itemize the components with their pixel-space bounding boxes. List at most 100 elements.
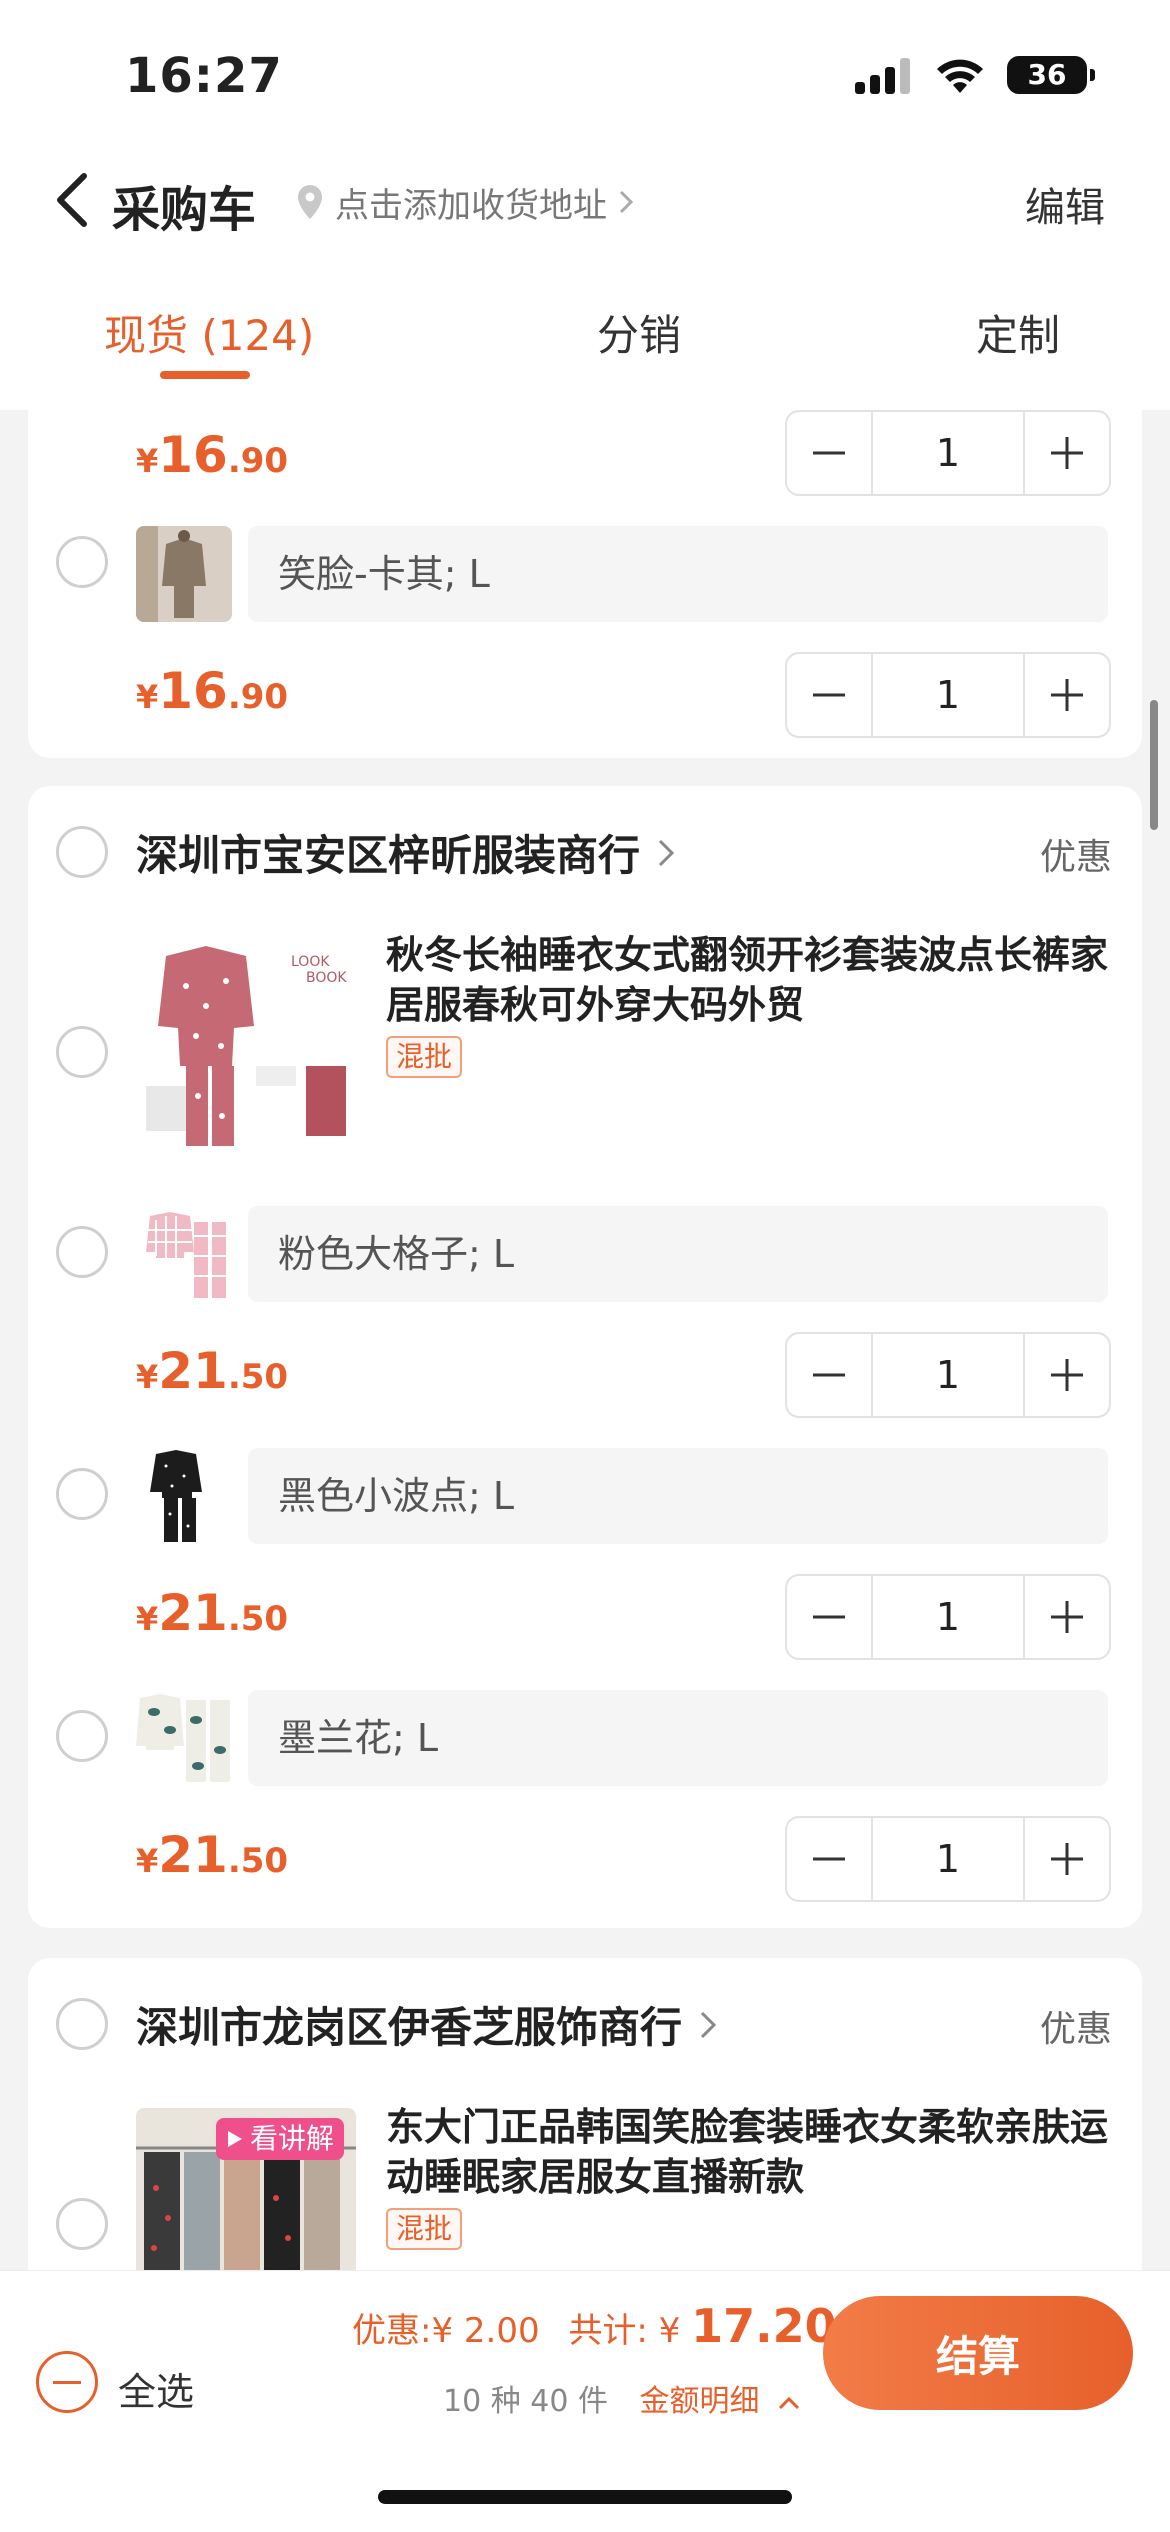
quantity-stepper: 1 — [785, 410, 1111, 496]
minus-icon — [813, 451, 845, 455]
increase-button[interactable] — [1025, 1818, 1109, 1900]
tab-custom[interactable]: 定制 — [976, 302, 1060, 363]
black-polka-pajama-image — [136, 1448, 232, 1544]
quantity-value[interactable]: 1 — [871, 654, 1025, 736]
quantity-stepper: 1 — [785, 1574, 1111, 1660]
address-prompt: 点击添加收货地址 — [335, 185, 607, 226]
wifi-icon — [937, 59, 983, 93]
quantity-value[interactable]: 1 — [871, 1818, 1025, 1900]
product-title[interactable]: 秋冬长袖睡衣女式翻领开衫套装波点长裤家居服春秋可外穿大码外贸 — [386, 930, 1116, 1030]
increase-button[interactable] — [1025, 1576, 1109, 1658]
tab-distribution[interactable]: 分销 — [597, 302, 681, 363]
count-summary: 10 种 40 件 金额明细 — [443, 2376, 801, 2420]
item-checkbox[interactable] — [56, 536, 108, 588]
plus-icon — [1051, 679, 1083, 711]
select-all-checkbox[interactable] — [36, 2351, 98, 2413]
page-title: 采购车 — [112, 182, 257, 238]
shop-card: ¥16.90 1 笑脸-卡其; L ¥16.90 1 — [28, 410, 1142, 758]
status-time: 16:27 — [125, 48, 283, 104]
quantity-value[interactable]: 1 — [871, 1576, 1025, 1658]
variant-selector[interactable]: 黑色小波点; L — [248, 1448, 1108, 1544]
select-all-label[interactable]: 全选 — [118, 2361, 194, 2416]
active-tab-indicator — [160, 371, 250, 379]
discount-value: ¥ 2.00 — [431, 2311, 540, 2351]
product-thumbnail[interactable]: LOOK BOOK — [136, 936, 356, 1156]
increase-button[interactable] — [1025, 654, 1109, 736]
minus-icon — [813, 693, 845, 697]
item-thumbnail[interactable] — [136, 1206, 232, 1302]
wholesale-tag: 混批 — [386, 1036, 463, 1078]
item-count: 10 种 40 件 — [443, 2384, 608, 2419]
shop-name-link[interactable]: 深圳市宝安区梓昕服装商行 — [136, 822, 676, 883]
variant-selector[interactable]: 粉色大格子; L — [248, 1206, 1108, 1302]
variant-selector[interactable]: 笑脸-卡其; L — [248, 526, 1108, 622]
shop-checkbox[interactable] — [56, 1998, 108, 2050]
home-indicator — [378, 2490, 792, 2504]
promo-button[interactable]: 优惠 — [1040, 2000, 1112, 2052]
live-badge-label: 看讲解 — [250, 2122, 335, 2155]
signal-icon — [855, 58, 915, 94]
amount-details-link[interactable]: 金额明细 — [640, 2384, 802, 2419]
minus-icon — [813, 1615, 845, 1619]
product-thumbnail[interactable]: 看讲解 — [136, 2108, 356, 2270]
product-checkbox[interactable] — [56, 1026, 108, 1078]
orchid-print-pajama-image — [136, 1690, 232, 1786]
decrease-button[interactable] — [787, 654, 871, 736]
edit-button[interactable]: 编辑 — [1025, 175, 1105, 233]
shop-name-link[interactable]: 深圳市龙岗区伊香芝服饰商行 — [136, 1994, 718, 2055]
nav-bar: 采购车 点击添加收货地址 编辑 — [0, 150, 1170, 250]
item-checkbox[interactable] — [56, 1710, 108, 1762]
price: ¥16.90 — [136, 426, 289, 484]
total-label: 共计: — [568, 2311, 648, 2351]
add-address-link[interactable]: 点击添加收货地址 — [295, 180, 635, 226]
chevron-up-icon — [779, 2396, 800, 2410]
pajama-product-image: LOOK BOOK — [136, 936, 356, 1156]
item-checkbox[interactable] — [56, 1468, 108, 1520]
minus-icon — [813, 1857, 845, 1861]
total-value: 17.20 — [691, 2299, 837, 2353]
item-thumbnail[interactable] — [136, 1690, 232, 1786]
shop-name: 深圳市宝安区梓昕服装商行 — [136, 831, 641, 880]
item-thumbnail[interactable] — [136, 526, 232, 622]
shop-card: 深圳市宝安区梓昕服装商行 优惠 LOOK BOOK 秋冬长袖睡衣女式翻领开衫套装… — [28, 786, 1142, 1928]
discount-label: 优惠: — [352, 2311, 432, 2351]
tab-in-stock[interactable]: 现货 (124) — [104, 302, 314, 363]
lookbook-text-1: LOOK — [291, 954, 330, 970]
variant-selector[interactable]: 墨兰花; L — [248, 1690, 1108, 1786]
shop-checkbox[interactable] — [56, 826, 108, 878]
pink-plaid-pajama-image — [136, 1206, 232, 1302]
chevron-right-icon — [658, 839, 675, 866]
plus-icon — [1051, 1359, 1083, 1391]
total-currency: ¥ — [658, 2311, 681, 2351]
price: ¥21.50 — [136, 1826, 289, 1884]
increase-button[interactable] — [1025, 1334, 1109, 1416]
decrease-button[interactable] — [787, 1334, 871, 1416]
quantity-stepper: 1 — [785, 652, 1111, 738]
shop-name: 深圳市龙岗区伊香芝服饰商行 — [136, 2003, 683, 2052]
decrease-button[interactable] — [787, 1576, 871, 1658]
increase-button[interactable] — [1025, 412, 1109, 494]
checkout-button[interactable]: 结算 — [823, 2296, 1133, 2410]
lookbook-text-2: BOOK — [306, 970, 347, 986]
battery-icon: 36 — [1007, 56, 1095, 94]
item-thumbnail[interactable] — [136, 1448, 232, 1544]
price-summary: 优惠:¥ 2.00 共计: ¥ 17.20 — [352, 2299, 837, 2353]
amount-details-label: 金额明细 — [639, 2384, 760, 2419]
decrease-button[interactable] — [787, 412, 871, 494]
play-icon — [228, 2131, 242, 2147]
quantity-value[interactable]: 1 — [871, 1334, 1025, 1416]
scrollbar[interactable] — [1150, 700, 1158, 830]
product-checkbox[interactable] — [56, 2198, 108, 2250]
item-checkbox[interactable] — [56, 1226, 108, 1278]
plus-icon — [1051, 1843, 1083, 1875]
wholesale-tag: 混批 — [386, 2208, 463, 2250]
product-title[interactable]: 东大门正品韩国笑脸套装睡衣女柔软亲肤运动睡眠家居服女直播新款 — [386, 2102, 1116, 2202]
decrease-button[interactable] — [787, 1818, 871, 1900]
promo-button[interactable]: 优惠 — [1040, 828, 1112, 880]
back-arrow-icon[interactable] — [48, 170, 98, 230]
live-explain-badge[interactable]: 看讲解 — [216, 2118, 345, 2160]
quantity-value[interactable]: 1 — [871, 412, 1025, 494]
plus-icon — [1051, 1601, 1083, 1633]
price: ¥16.90 — [136, 662, 289, 720]
cart-list[interactable]: ¥16.90 1 笑脸-卡其; L ¥16.90 1 深圳市宝安区梓昕服装商行 … — [0, 410, 1170, 2270]
